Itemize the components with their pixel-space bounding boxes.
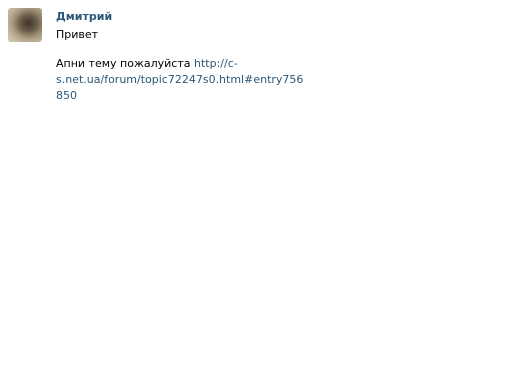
avatar-image <box>8 8 42 42</box>
message-content: Дмитрий Привет Апни тему пожалуйста http… <box>56 10 306 104</box>
message-greeting: Привет <box>56 28 99 41</box>
message-body: Апни тему пожалуйста http://c-s.net.ua/f… <box>56 56 306 104</box>
author-name-link[interactable]: Дмитрий <box>56 10 306 24</box>
avatar[interactable] <box>8 8 42 42</box>
message-body-text: Апни тему пожалуйста <box>56 57 194 70</box>
